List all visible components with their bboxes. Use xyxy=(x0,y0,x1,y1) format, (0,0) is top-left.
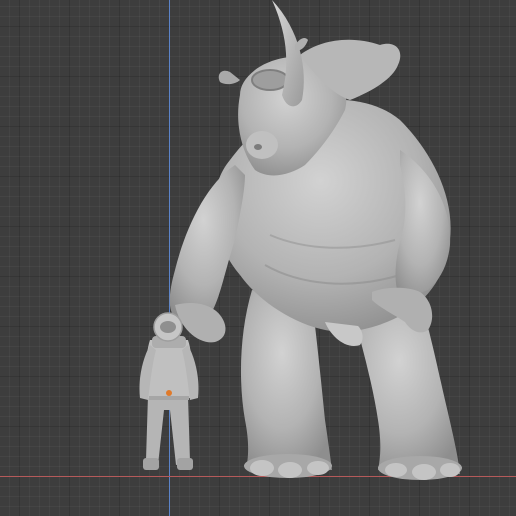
astronaut-chest-light xyxy=(166,390,172,396)
rhino-creature-model[interactable] xyxy=(169,0,462,480)
creature-snout xyxy=(246,131,278,159)
scene-models xyxy=(139,0,462,480)
creature-ear xyxy=(218,70,240,85)
astronaut-legs xyxy=(146,395,190,465)
astronaut-left-boot xyxy=(143,458,159,470)
astronaut-model[interactable] xyxy=(139,312,199,470)
3d-viewport[interactable] xyxy=(0,0,516,516)
creature-left-arm xyxy=(169,165,245,322)
astronaut-visor xyxy=(160,321,176,333)
creature-goggles xyxy=(251,69,289,91)
creature-small-horn xyxy=(295,37,308,51)
astronaut-right-boot xyxy=(177,458,193,470)
